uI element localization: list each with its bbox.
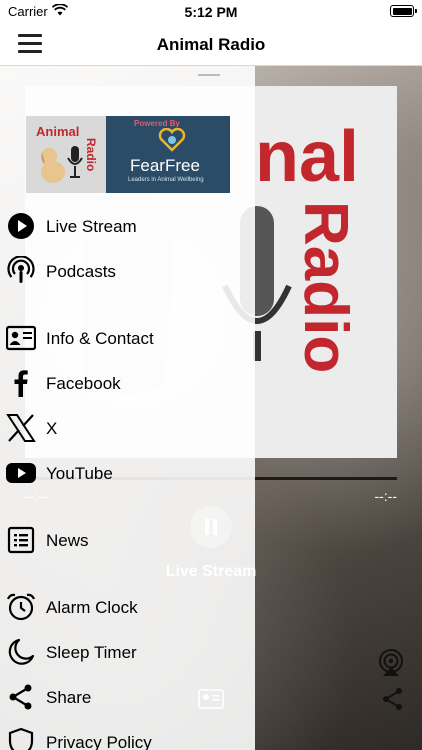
news-icon <box>7 526 35 554</box>
youtube-icon <box>6 463 36 483</box>
share-icon <box>9 684 32 710</box>
status-time: 5:12 PM <box>184 4 238 20</box>
moon-icon <box>8 638 35 665</box>
menu-item-share[interactable]: Share <box>0 676 255 718</box>
airplay-icon[interactable] <box>377 649 405 677</box>
side-drawer: Animal Radio Powered By FearFree Leaders… <box>0 66 255 750</box>
animal-radio-logo: Animal Radio <box>26 116 106 193</box>
menu-item-alarm-clock[interactable]: Alarm Clock <box>0 586 255 628</box>
status-bar: Carrier 5:12 PM <box>0 0 422 24</box>
menu-item-youtube[interactable]: YouTube <box>0 452 255 494</box>
podcast-icon <box>7 256 35 283</box>
battery-icon <box>390 5 417 17</box>
share-icon[interactable] <box>382 687 404 711</box>
menu-item-podcasts[interactable]: Podcasts <box>0 250 255 292</box>
page-title: Animal Radio <box>156 35 266 54</box>
contact-card-icon <box>6 325 36 351</box>
menu-item-news[interactable]: News <box>0 519 255 561</box>
dog-icon <box>41 148 65 183</box>
heart-logo-icon <box>158 128 186 152</box>
menu-item-live-stream[interactable]: Live Stream <box>0 205 255 247</box>
menu-item-sleep-timer[interactable]: Sleep Timer <box>0 631 255 673</box>
menu-item-x[interactable]: X <box>0 407 255 449</box>
facebook-icon <box>14 370 28 397</box>
sponsor-logo: Animal Radio Powered By FearFree Leaders… <box>26 116 230 193</box>
alarm-clock-icon <box>6 593 36 621</box>
nav-bar: Animal Radio <box>0 24 422 66</box>
x-icon <box>6 414 36 442</box>
play-circle-icon <box>8 213 34 239</box>
svg-text:Radio: Radio <box>291 201 360 373</box>
menu-item-privacy-policy[interactable]: Privacy Policy <box>0 721 255 750</box>
drawer-handle <box>198 74 220 76</box>
microphone-icon <box>67 146 83 178</box>
remaining-time: --:-- <box>374 488 397 504</box>
menu-item-info-contact[interactable]: Info & Contact <box>0 317 255 359</box>
shield-icon <box>8 727 34 750</box>
menu-item-facebook[interactable]: Facebook <box>0 362 255 404</box>
svg-text:nal: nal <box>255 117 359 197</box>
